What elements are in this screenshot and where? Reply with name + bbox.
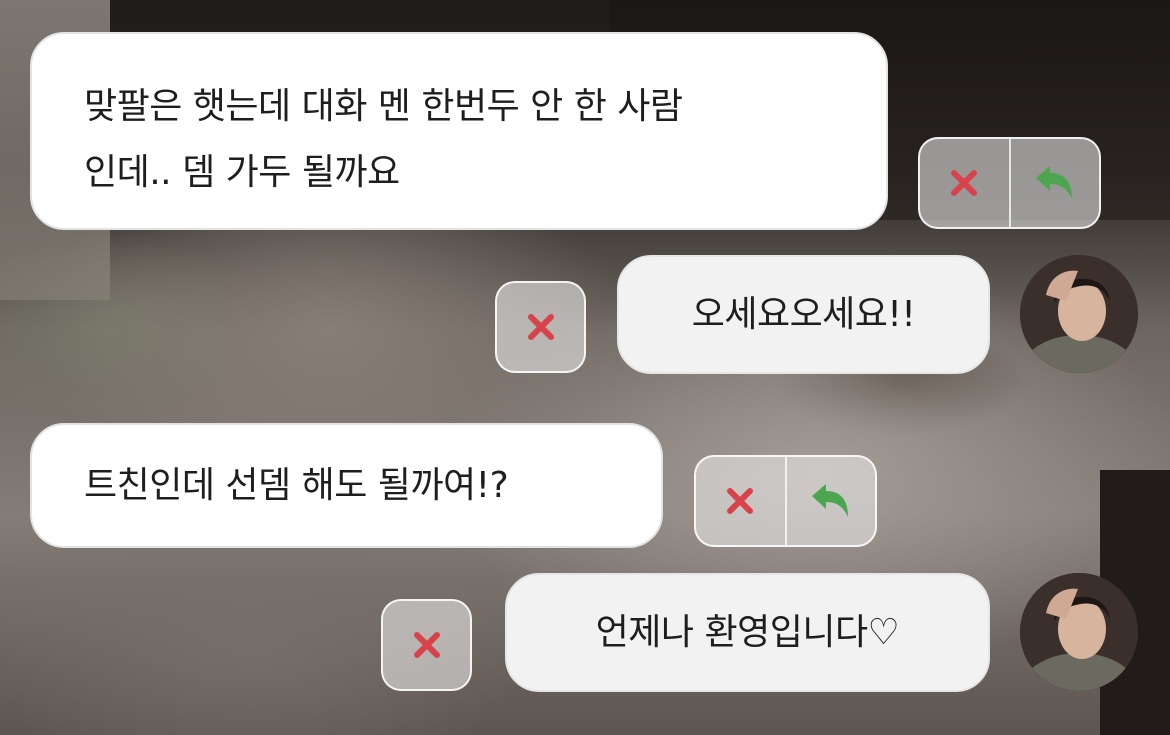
answer-actions: [381, 599, 472, 691]
question-text: 트친인데 선뎀 해도 될까여!?: [84, 465, 509, 506]
delete-button[interactable]: [696, 457, 785, 545]
answer-bubble: 언제나 환영입니다♡: [505, 573, 990, 692]
delete-button[interactable]: [497, 283, 584, 371]
close-icon: [413, 632, 440, 658]
profile-avatar: [1020, 573, 1138, 691]
close-icon: [951, 170, 978, 196]
delete-button[interactable]: [920, 139, 1009, 227]
reply-arrow-icon: [1035, 166, 1072, 199]
question-text: 맞팔은 햇는데 대화 멘 한번두 안 한 사람 인데.. 뎀 가두 될까요: [84, 86, 683, 193]
close-icon: [727, 488, 754, 514]
question-bubble: 맞팔은 햇는데 대화 멘 한번두 안 한 사람 인데.. 뎀 가두 될까요: [30, 32, 888, 230]
delete-button[interactable]: [383, 601, 470, 689]
reply-arrow-icon: [811, 484, 848, 517]
avatar-photo: [1020, 255, 1138, 373]
answer-text: 언제나 환영입니다♡: [595, 612, 900, 653]
avatar-photo: [1020, 573, 1138, 691]
question-bubble: 트친인데 선뎀 해도 될까여!?: [30, 423, 663, 548]
answer-text: 오세요오세요!!: [691, 294, 916, 335]
reply-button[interactable]: [1008, 139, 1100, 227]
close-icon: [527, 314, 554, 340]
reply-button[interactable]: [784, 457, 876, 545]
question-actions: [694, 455, 877, 547]
answer-actions: [495, 281, 586, 373]
answer-bubble: 오세요오세요!!: [617, 255, 990, 374]
question-actions: [918, 137, 1101, 229]
profile-avatar: [1020, 255, 1138, 373]
